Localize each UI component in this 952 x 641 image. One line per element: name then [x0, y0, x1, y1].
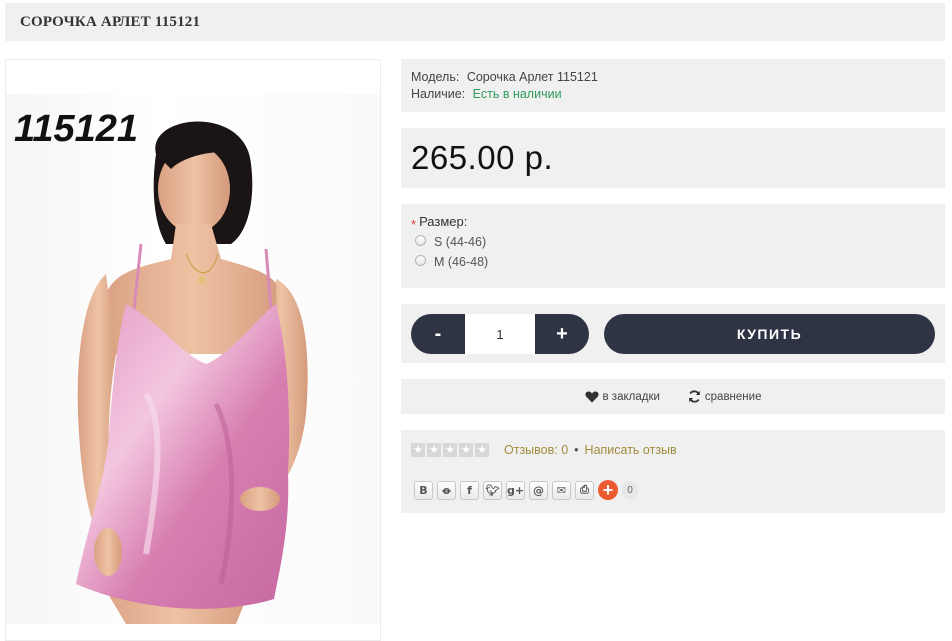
- star-icon: ★: [411, 443, 425, 457]
- bookmark-label[interactable]: в закладки: [603, 391, 660, 403]
- share-buttons: В ꝋ f 🐦︎ g+ @ ✉ ⎙ + 0: [414, 480, 935, 500]
- google-plus-share-icon[interactable]: g+: [506, 480, 525, 500]
- reviews-count-link[interactable]: Отзывов: 0: [504, 443, 568, 457]
- heart-icon: [584, 391, 599, 402]
- star-icon: ★: [443, 443, 457, 457]
- quantity-input[interactable]: [465, 314, 535, 354]
- mail-envelope-share-icon[interactable]: ✉: [552, 480, 571, 500]
- stock-row: Наличие: Есть в наличии: [411, 86, 935, 103]
- size-option-s[interactable]: S (44-46): [415, 234, 935, 249]
- print-icon[interactable]: ⎙: [575, 480, 594, 500]
- wishlist-compare-block: в закладки сравнение: [401, 379, 945, 414]
- share-count-badge: 0: [622, 481, 638, 499]
- twitter-share-icon[interactable]: 🐦︎: [483, 480, 502, 500]
- quantity-decrease-button[interactable]: -: [411, 314, 465, 354]
- product-title-bar: СОРОЧКА АРЛЕТ 115121: [5, 3, 945, 41]
- add-to-bookmarks-link[interactable]: в закладки: [584, 391, 660, 403]
- page-title: СОРОЧКА АРЛЕТ 115121: [20, 13, 201, 30]
- price-value: 265.00 р.: [411, 139, 554, 176]
- size-options: * Размер: S (44-46) M (46-48): [401, 204, 945, 288]
- email-share-icon[interactable]: @: [529, 480, 548, 500]
- size-option-label[interactable]: M (46-48): [434, 255, 488, 269]
- price-block: 265.00 р.: [401, 128, 945, 188]
- model-value: Сорочка Арлет 115121: [466, 70, 598, 84]
- size-option-label[interactable]: S (44-46): [434, 235, 486, 249]
- radio-button[interactable]: [415, 234, 426, 246]
- vkontakte-share-icon[interactable]: В: [414, 480, 433, 500]
- stock-status: Есть в наличии: [472, 87, 562, 101]
- rating-stars: ★ ★ ★ ★ ★: [411, 443, 491, 457]
- product-photo-illustration: [76, 121, 308, 624]
- add-to-compare-link[interactable]: сравнение: [688, 390, 762, 403]
- star-icon: ★: [459, 443, 473, 457]
- buy-block: - + КУПИТЬ: [401, 304, 945, 363]
- required-mark: *: [411, 217, 417, 232]
- size-option-m[interactable]: M (46-48): [415, 254, 935, 269]
- radio-button[interactable]: [415, 254, 426, 266]
- product-photo[interactable]: 115121: [6, 94, 380, 624]
- more-share-plus-icon[interactable]: +: [598, 480, 618, 500]
- rating-row: ★ ★ ★ ★ ★ Отзывов: 0 • Написать отзыв: [411, 440, 935, 460]
- reviews-share-block: ★ ★ ★ ★ ★ Отзывов: 0 • Написать отзыв В …: [401, 430, 945, 513]
- buy-button[interactable]: КУПИТЬ: [604, 314, 935, 354]
- product-code-overlay: 115121: [14, 108, 138, 150]
- separator-dot: •: [574, 443, 579, 457]
- write-review-link[interactable]: Написать отзыв: [585, 443, 677, 457]
- size-label-row: * Размер:: [411, 214, 935, 232]
- facebook-share-icon[interactable]: f: [460, 480, 479, 500]
- model-label: Модель:: [411, 70, 460, 84]
- model-row: Модель: Сорочка Арлет 115121: [411, 69, 935, 86]
- product-image-panel[interactable]: 115121: [5, 59, 381, 641]
- compare-label[interactable]: сравнение: [705, 391, 762, 403]
- star-icon: ★: [427, 443, 441, 457]
- odnoklassniki-share-icon[interactable]: ꝋ: [437, 480, 456, 500]
- stock-label: Наличие:: [411, 87, 466, 101]
- product-info-block: Модель: Сорочка Арлет 115121 Наличие: Ес…: [401, 59, 945, 112]
- refresh-icon: [689, 390, 700, 403]
- size-label: Размер:: [419, 214, 468, 229]
- quantity-increase-button[interactable]: +: [535, 314, 589, 354]
- star-icon: ★: [475, 443, 489, 457]
